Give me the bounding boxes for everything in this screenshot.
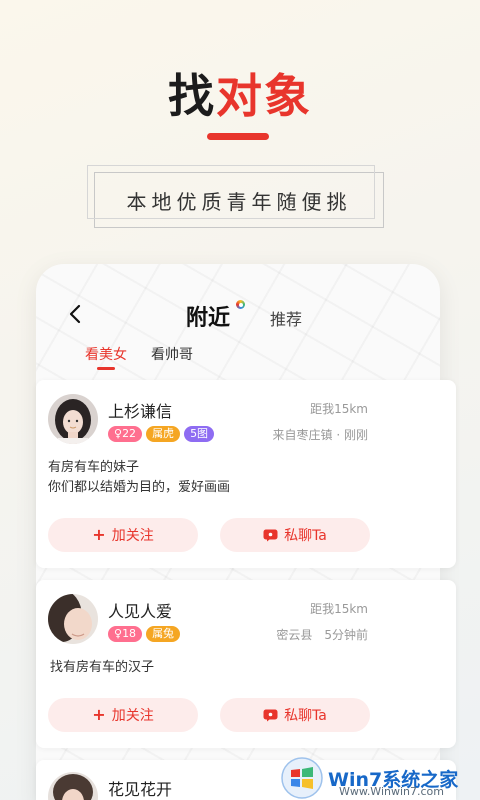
hero-title-part1: 找 <box>168 69 216 123</box>
origin-label: 密云县 5分钟前 <box>276 628 368 642</box>
user-name: 花见花开 <box>108 780 173 799</box>
bio-line: 你们都以结婚为目的，爱好画画 <box>48 480 231 495</box>
hero-title-part2: 对象 <box>216 69 312 123</box>
follow-button-label: 加关注 <box>111 528 154 544</box>
avatar[interactable] <box>48 394 98 444</box>
photos-badge[interactable]: 5图 <box>184 426 215 442</box>
follow-button[interactable]: + 加关注 <box>48 698 198 732</box>
plus-icon: + <box>92 705 106 724</box>
age-value: 22 <box>122 427 137 440</box>
zodiac-badge: 属兔 <box>146 626 181 642</box>
tab-women[interactable]: 看美女 <box>85 344 127 364</box>
distance-label: 距我15km <box>310 402 368 416</box>
chat-button[interactable]: 私聊Ta <box>220 698 370 732</box>
user-tags: ♀18 属兔 <box>108 626 181 642</box>
location-dot-icon <box>236 300 245 309</box>
age-badge: ♀18 <box>108 626 143 642</box>
chat-icon <box>263 529 278 541</box>
follow-button[interactable]: + 加关注 <box>48 518 198 552</box>
tab-men[interactable]: 看帅哥 <box>151 344 193 364</box>
avatar[interactable] <box>48 772 98 800</box>
watermark-url: Www.Winwin7.com <box>338 785 444 798</box>
bio-text: 有房有车的妹子 你们都以结婚为目的，爱好画画 <box>48 458 230 498</box>
chat-icon <box>263 709 278 721</box>
age-badge: ♀22 <box>108 426 143 442</box>
user-name: 人见人爱 <box>108 602 173 621</box>
windows-logo-icon <box>281 757 323 799</box>
user-name: 上杉谦信 <box>108 402 173 421</box>
chat-button[interactable]: 私聊Ta <box>220 518 370 552</box>
chat-button-label: 私聊Ta <box>284 708 327 724</box>
age-value: 18 <box>122 627 137 640</box>
origin-label: 来自枣庄镇 · 刚刚 <box>272 428 368 442</box>
tagline: 本地优质青年随便挑 <box>126 190 352 214</box>
tab-nearby[interactable]: 附近 <box>186 300 230 332</box>
hero-title: 找对象 <box>0 60 480 126</box>
follow-button-label: 加关注 <box>111 708 154 724</box>
tab-active-indicator <box>97 367 115 370</box>
chat-button-label: 私聊Ta <box>284 528 327 544</box>
distance-label: 距我15km <box>310 602 368 616</box>
plus-icon: + <box>92 525 106 544</box>
back-icon[interactable] <box>66 302 86 326</box>
user-card[interactable]: 人见人爱 ♀18 属兔 距我15km 密云县 5分钟前 找有房有车的汉子 + 加… <box>36 580 456 748</box>
zodiac-badge: 属虎 <box>146 426 181 442</box>
tab-recommend[interactable]: 推荐 <box>270 306 302 330</box>
user-card[interactable]: 上杉谦信 ♀22 属虎 5图 距我15km 来自枣庄镇 · 刚刚 有房有车的妹子… <box>36 380 456 568</box>
user-tags: ♀22 属虎 5图 <box>108 426 215 442</box>
bio-line: 找有房有车的汉子 <box>50 660 155 675</box>
bio-line: 有房有车的妹子 <box>48 460 140 475</box>
bio-text: 找有房有车的汉子 <box>50 658 154 678</box>
avatar[interactable] <box>48 594 98 644</box>
hero-underline <box>207 133 269 140</box>
